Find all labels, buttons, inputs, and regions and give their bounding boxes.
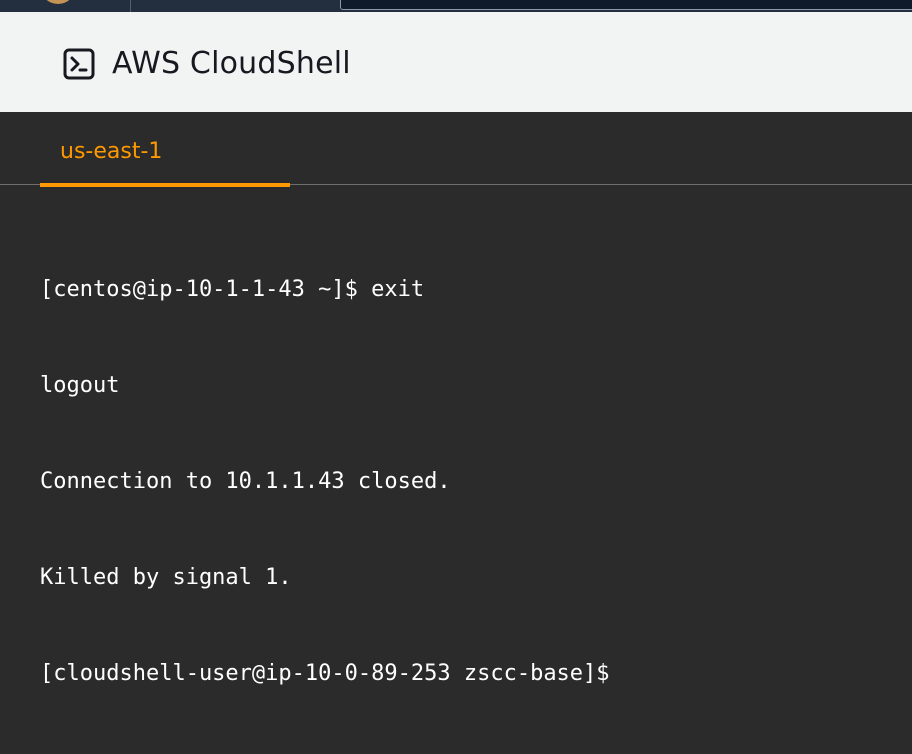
terminal-panel[interactable]: us-east-1 [centos@ip-10-1-1-43 ~]$ exit … bbox=[0, 112, 912, 686]
terminal-line: Connection to 10.1.1.43 closed. bbox=[40, 469, 451, 494]
terminal-output[interactable]: [centos@ip-10-1-1-43 ~]$ exit logout Con… bbox=[40, 210, 900, 754]
nav-divider bbox=[130, 0, 131, 12]
terminal-line: [centos@ip-10-1-1-43 ~]$ exit bbox=[40, 277, 425, 302]
aws-logo-icon[interactable] bbox=[40, 0, 76, 4]
page-title: AWS CloudShell bbox=[112, 46, 351, 81]
terminal-tab-bar: us-east-1 bbox=[0, 112, 912, 187]
tab-label: us-east-1 bbox=[60, 139, 163, 164]
active-tab-indicator bbox=[40, 183, 290, 187]
search-input[interactable] bbox=[340, 0, 912, 10]
tab-us-east-1[interactable]: us-east-1 bbox=[40, 134, 290, 187]
terminal-line: Killed by signal 1. bbox=[40, 565, 292, 590]
aws-top-navigation-bar bbox=[0, 0, 912, 12]
cloudshell-header: AWS CloudShell bbox=[0, 12, 912, 112]
terminal-line: logout bbox=[40, 373, 120, 398]
terminal-icon bbox=[63, 48, 95, 80]
terminal-prompt: [cloudshell-user@ip-10-0-89-253 zscc-bas… bbox=[40, 661, 610, 686]
